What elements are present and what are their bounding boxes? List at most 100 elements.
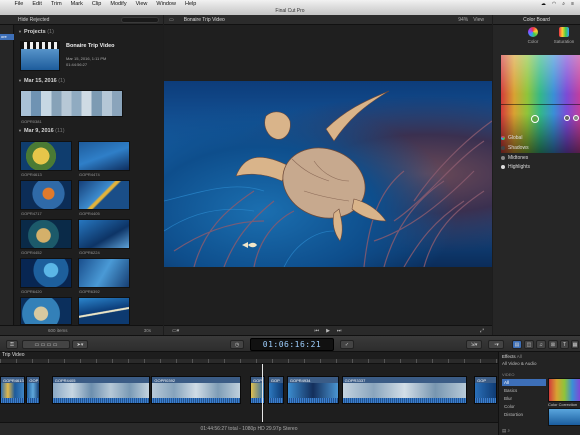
effects-category-all[interactable]: All [502,379,546,386]
range-global[interactable]: Global [501,135,522,141]
playhead[interactable] [262,364,263,422]
clip-filmstrip[interactable] [20,90,123,117]
clip-thumbnail[interactable] [20,258,72,288]
menubar: File Edit Trim Mark Clip Modify View Win… [0,0,580,8]
film-icon: ▭ [169,16,174,23]
menu-help[interactable]: Help [180,1,200,7]
menu-view[interactable]: View [131,1,152,7]
background-tasks-icon[interactable]: ✓ [340,340,354,349]
audio-waveform [52,398,150,403]
menu-file[interactable]: File [10,1,28,7]
timeline-status: 01:44:56:27 total - 1080p HD 29.97p Ster… [0,422,498,435]
global-puck[interactable] [531,115,539,123]
skimming-button[interactable]: ⇲▾ [466,340,482,349]
clip-thumbnail[interactable] [78,258,130,288]
highlights-icon [501,165,505,169]
effects-search-icon[interactable]: ▤ ⌕ [502,428,510,434]
effect-thumbnail[interactable] [548,408,580,426]
all-video-audio[interactable]: All Video & Audio [502,361,536,366]
play-button[interactable]: ▶ [326,328,330,334]
clip-filter-dropdown[interactable]: Hide Rejected [18,17,49,23]
audio-waveform [475,398,496,403]
effects-category-blur[interactable]: Blur [502,395,546,402]
color-wheel-icon [528,27,538,37]
midtones-puck[interactable] [573,115,579,121]
cloud-icon[interactable]: ☁ [541,1,546,7]
clip-thumbnail[interactable] [20,180,72,210]
color-board-midline [501,104,580,105]
timeline-clip[interactable]: GOPR4934 [286,376,340,404]
effects-category-color[interactable]: Color [502,403,546,410]
clip-zoom-control[interactable]: 30s [144,328,151,333]
audio-waveform [27,398,39,403]
search-icon[interactable]: ⌕ [562,1,565,7]
fullscreen-icon[interactable]: ⤢ [480,328,484,334]
disclosure-triangle-icon[interactable]: ▼ [18,78,22,83]
project-thumbnail[interactable] [20,41,60,71]
range-shadows[interactable]: Shadows [501,145,529,151]
video-frame[interactable] [164,81,492,267]
clip-thumbnail[interactable] [78,219,130,249]
previous-frame-button[interactable]: ⏮ [315,328,320,334]
transitions-browser-button[interactable]: ⊠ [548,340,558,349]
photos-browser-button[interactable]: ◫ [524,340,534,349]
list-icon[interactable]: ≡ [571,1,574,7]
timeline-clip[interactable]: GOP [267,376,284,404]
menu-trim[interactable]: Trim [46,1,66,7]
dashboard-timecode[interactable]: 01:06:16:21 [250,338,334,351]
clip-thumbnail[interactable] [20,297,72,325]
wifi-icon[interactable]: ◠ [552,1,556,7]
timeline-clip[interactable]: GOP [474,376,497,404]
timeline-clip[interactable]: GOPR4613 [0,376,26,404]
event-group-header[interactable]: ▼ Mar 9, 2016 (11) [18,128,65,134]
disclosure-triangle-icon[interactable]: ▼ [18,128,22,133]
range-highlights[interactable]: Highlights [501,164,530,170]
project-date: Mar 15, 2016, 1:11 PM [66,56,107,61]
browser-search-input[interactable] [121,16,159,23]
edit-buttons-group[interactable]: ▭ ▭ ▭ ▭ [22,340,70,349]
tab-color[interactable]: Color [520,27,546,44]
range-midtones[interactable]: Midtones [501,155,528,161]
viewer-zoom-dropdown[interactable]: 94% [458,17,468,23]
timeline-clip[interactable]: GOP [26,376,40,404]
shadows-puck[interactable] [564,115,570,121]
event-group-header[interactable]: ▼ Mar 15, 2016 (1) [18,78,65,84]
viewer-view-menu[interactable]: View [473,17,484,23]
menu-modify[interactable]: Modify [106,1,131,7]
audio-waveform [268,398,283,403]
menu-edit[interactable]: Edit [28,1,46,7]
clip-thumbnail[interactable] [20,219,72,249]
audio-skimming-button[interactable]: ◔▾ [488,340,504,349]
clip-thumbnail[interactable] [78,297,130,325]
clip-name: GOP [252,378,262,383]
view-options-icon[interactable]: ▭▾ [172,328,179,334]
next-frame-button[interactable]: ⏭ [337,328,342,334]
viewer-controls: ▭▾ ⏮ ▶ ⏭ ⤢ [164,325,492,335]
generators-browser-button[interactable]: ▦ [571,340,579,349]
effects-category-basics[interactable]: Basics [502,387,546,394]
titles-browser-button[interactable]: T [560,340,569,349]
key-icon[interactable]: ⚿ [6,340,18,349]
project-name[interactable]: Bonaire Trip Video [66,43,115,49]
projects-header[interactable]: ▼ Projects (1) [18,29,54,35]
disclosure-triangle-icon[interactable]: ▼ [18,29,22,34]
select-tool-button[interactable]: ➤▾ [72,340,88,349]
effects-category-distortion[interactable]: Distortion [502,411,546,418]
clip-thumbnail[interactable] [78,180,130,210]
tab-saturation[interactable]: Saturation [551,27,577,44]
menu-mark[interactable]: Mark [66,1,87,7]
clip-thumbnail[interactable] [20,141,72,171]
timeline-clip[interactable]: GOPR3337 [341,376,468,404]
effect-thumbnail[interactable] [548,378,580,402]
timeline-clip[interactable]: GOPR0392 [151,376,242,404]
music-browser-button[interactable]: ♫ [536,340,546,349]
menu-clip[interactable]: Clip [87,1,105,7]
library-item-selected[interactable]: ore [0,34,14,40]
menu-window[interactable]: Window [152,1,181,7]
effects-browser-button[interactable]: ▤ [512,340,522,349]
clip-name: GOPR6224 [79,250,100,255]
window-title: Final Cut Pro [0,8,580,15]
timeline-clip[interactable]: GOPR4405 [51,376,151,404]
clip-thumbnail[interactable] [78,141,130,171]
clock-icon[interactable]: ◷ [230,340,244,349]
